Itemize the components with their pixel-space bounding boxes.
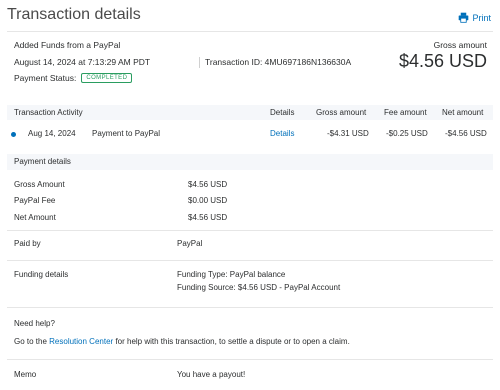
gross-amount-label: Gross amount (433, 40, 487, 50)
transaction-id: Transaction ID: 4MU697186N136630A (205, 57, 352, 67)
paid-by-label: Paid by (14, 239, 41, 248)
funding-details-label: Funding details (14, 270, 69, 279)
activity-description: Payment to PayPal (92, 129, 161, 138)
activity-details-link[interactable]: Details (270, 129, 294, 138)
print-label: Print (472, 12, 491, 23)
fee-header: Fee amount (384, 108, 427, 117)
resolution-center-link[interactable]: Resolution Center (49, 337, 113, 346)
memo-label: Memo (14, 370, 37, 379)
net-amount-label: Net Amount (14, 213, 56, 222)
net-amount-value: $4.56 USD (188, 213, 228, 222)
activity-header: Transaction Activity (14, 108, 83, 117)
help-heading: Need help? (14, 319, 55, 328)
paypal-fee-value: $0.00 USD (188, 196, 228, 205)
paid-by-value: PayPal (177, 239, 203, 248)
payment-status-label: Payment Status: (14, 73, 77, 83)
payment-status: Payment Status: COMPLETED (14, 73, 133, 83)
funding-type: Funding Type: PayPal balance (177, 270, 286, 279)
printer-icon (459, 12, 469, 23)
activity-gross: -$4.31 USD (327, 129, 369, 138)
help-prefix: Go to the (14, 337, 47, 346)
activity-date: Aug 14, 2024 (28, 129, 76, 138)
transaction-datetime: August 14, 2024 at 7:13:29 AM PDT (14, 57, 151, 67)
status-badge: COMPLETED (81, 73, 133, 83)
gross-amount-row-value: $4.56 USD (188, 180, 228, 189)
transaction-description: Added Funds from a PayPal (14, 40, 121, 50)
paypal-fee-label: PayPal Fee (14, 196, 56, 205)
divider (7, 31, 493, 32)
net-header: Net amount (442, 108, 484, 117)
divider (7, 230, 493, 231)
activity-fee: -$0.25 USD (386, 129, 428, 138)
page-title: Transaction details (7, 6, 141, 23)
activity-dot-icon (11, 132, 16, 137)
funding-source: Funding Source: $4.56 USD - PayPal Accou… (177, 283, 341, 292)
help-suffix: for help with this transaction, to settl… (115, 337, 350, 346)
payment-details-heading: Payment details (14, 157, 71, 166)
help-text: Go to the Resolution Center for help wit… (14, 337, 350, 346)
memo-value: You have a payout! (177, 370, 246, 379)
details-header: Details (270, 108, 295, 117)
gross-amount-row-label: Gross Amount (14, 180, 65, 189)
activity-net: -$4.56 USD (445, 129, 487, 138)
divider (7, 260, 493, 261)
divider (7, 359, 493, 360)
print-button[interactable]: Print (458, 12, 491, 23)
payment-details-band (7, 154, 493, 170)
gross-amount-value: $4.56 USD (398, 51, 487, 71)
divider (199, 57, 200, 68)
divider (7, 307, 493, 308)
gross-header: Gross amount (316, 108, 367, 117)
